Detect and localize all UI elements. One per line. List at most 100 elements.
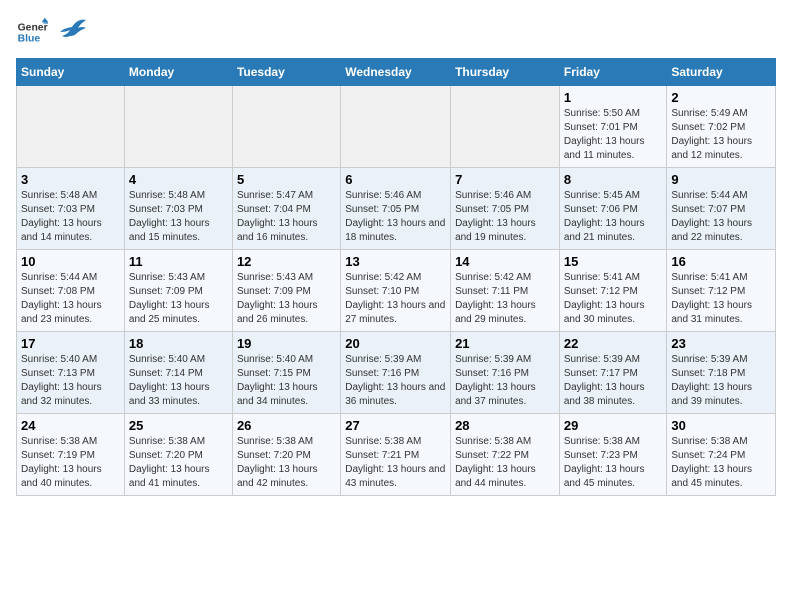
column-header-tuesday: Tuesday (232, 59, 340, 86)
calendar-week-row: 24 Sunrise: 5:38 AM Sunset: 7:19 PM Dayli… (17, 414, 776, 496)
day-number: 4 (129, 172, 228, 187)
day-info: Sunrise: 5:45 AM Sunset: 7:06 PM Dayligh… (564, 189, 663, 245)
day-info: Sunrise: 5:39 AM Sunset: 7:16 PM Dayligh… (455, 353, 555, 409)
day-info: Sunrise: 5:42 AM Sunset: 7:11 PM Dayligh… (455, 271, 555, 327)
day-number: 10 (21, 254, 120, 269)
calendar-cell: 25 Sunrise: 5:38 AM Sunset: 7:20 PM Dayli… (124, 414, 232, 496)
column-header-sunday: Sunday (17, 59, 125, 86)
calendar-body: 1 Sunrise: 5:50 AM Sunset: 7:01 PM Daylig… (17, 86, 776, 496)
day-number: 24 (21, 418, 120, 433)
day-info: Sunrise: 5:47 AM Sunset: 7:04 PM Dayligh… (237, 189, 336, 245)
day-number: 16 (671, 254, 771, 269)
column-header-monday: Monday (124, 59, 232, 86)
day-info: Sunrise: 5:50 AM Sunset: 7:01 PM Dayligh… (564, 107, 663, 163)
calendar-cell: 14 Sunrise: 5:42 AM Sunset: 7:11 PM Dayli… (451, 250, 560, 332)
column-header-wednesday: Wednesday (341, 59, 451, 86)
calendar-cell (17, 86, 125, 168)
calendar-cell: 3 Sunrise: 5:48 AM Sunset: 7:03 PM Daylig… (17, 168, 125, 250)
day-number: 23 (671, 336, 771, 351)
calendar-cell: 5 Sunrise: 5:47 AM Sunset: 7:04 PM Daylig… (232, 168, 340, 250)
day-info: Sunrise: 5:42 AM Sunset: 7:10 PM Dayligh… (345, 271, 446, 327)
calendar-cell (124, 86, 232, 168)
column-header-thursday: Thursday (451, 59, 560, 86)
logo-icon: General Blue (16, 16, 48, 48)
calendar-table: SundayMondayTuesdayWednesdayThursdayFrid… (16, 58, 776, 496)
calendar-cell: 20 Sunrise: 5:39 AM Sunset: 7:16 PM Dayli… (341, 332, 451, 414)
calendar-cell: 16 Sunrise: 5:41 AM Sunset: 7:12 PM Dayli… (667, 250, 776, 332)
day-number: 7 (455, 172, 555, 187)
day-number: 30 (671, 418, 771, 433)
day-info: Sunrise: 5:38 AM Sunset: 7:19 PM Dayligh… (21, 435, 120, 491)
day-info: Sunrise: 5:49 AM Sunset: 7:02 PM Dayligh… (671, 107, 771, 163)
calendar-cell: 7 Sunrise: 5:46 AM Sunset: 7:05 PM Daylig… (451, 168, 560, 250)
day-info: Sunrise: 5:41 AM Sunset: 7:12 PM Dayligh… (564, 271, 663, 327)
day-number: 9 (671, 172, 771, 187)
calendar-cell: 2 Sunrise: 5:49 AM Sunset: 7:02 PM Daylig… (667, 86, 776, 168)
day-info: Sunrise: 5:43 AM Sunset: 7:09 PM Dayligh… (237, 271, 336, 327)
day-number: 5 (237, 172, 336, 187)
column-header-saturday: Saturday (667, 59, 776, 86)
day-number: 27 (345, 418, 446, 433)
day-info: Sunrise: 5:46 AM Sunset: 7:05 PM Dayligh… (455, 189, 555, 245)
day-info: Sunrise: 5:44 AM Sunset: 7:07 PM Dayligh… (671, 189, 771, 245)
calendar-cell: 13Sunrise: 5:42 AM Sunset: 7:10 PM Dayli… (341, 250, 451, 332)
logo-bird-icon (58, 16, 86, 38)
calendar-cell: 29 Sunrise: 5:38 AM Sunset: 7:23 PM Dayli… (559, 414, 667, 496)
calendar-cell: 24 Sunrise: 5:38 AM Sunset: 7:19 PM Dayli… (17, 414, 125, 496)
day-info: Sunrise: 5:44 AM Sunset: 7:08 PM Dayligh… (21, 271, 120, 327)
day-number: 6 (345, 172, 446, 187)
calendar-cell: 9 Sunrise: 5:44 AM Sunset: 7:07 PM Daylig… (667, 168, 776, 250)
calendar-cell: 22Sunrise: 5:39 AM Sunset: 7:17 PM Dayli… (559, 332, 667, 414)
day-number: 17 (21, 336, 120, 351)
day-number: 20 (345, 336, 446, 351)
day-number: 2 (671, 90, 771, 105)
svg-text:General: General (18, 22, 48, 33)
logo: General Blue (16, 16, 86, 48)
day-info: Sunrise: 5:38 AM Sunset: 7:24 PM Dayligh… (671, 435, 771, 491)
day-number: 1 (564, 90, 663, 105)
day-number: 15 (564, 254, 663, 269)
column-header-friday: Friday (559, 59, 667, 86)
day-info: Sunrise: 5:38 AM Sunset: 7:22 PM Dayligh… (455, 435, 555, 491)
calendar-cell: 8 Sunrise: 5:45 AM Sunset: 7:06 PM Daylig… (559, 168, 667, 250)
day-number: 19 (237, 336, 336, 351)
svg-text:Blue: Blue (18, 34, 41, 45)
day-number: 3 (21, 172, 120, 187)
day-number: 11 (129, 254, 228, 269)
calendar-cell: 11Sunrise: 5:43 AM Sunset: 7:09 PM Dayli… (124, 250, 232, 332)
calendar-cell: 23 Sunrise: 5:39 AM Sunset: 7:18 PM Dayli… (667, 332, 776, 414)
calendar-cell (341, 86, 451, 168)
day-info: Sunrise: 5:40 AM Sunset: 7:14 PM Dayligh… (129, 353, 228, 409)
day-number: 18 (129, 336, 228, 351)
day-number: 29 (564, 418, 663, 433)
day-number: 26 (237, 418, 336, 433)
day-info: Sunrise: 5:39 AM Sunset: 7:18 PM Dayligh… (671, 353, 771, 409)
day-info: Sunrise: 5:38 AM Sunset: 7:23 PM Dayligh… (564, 435, 663, 491)
day-info: Sunrise: 5:38 AM Sunset: 7:21 PM Dayligh… (345, 435, 446, 491)
calendar-cell: 28 Sunrise: 5:38 AM Sunset: 7:22 PM Dayli… (451, 414, 560, 496)
day-number: 28 (455, 418, 555, 433)
calendar-week-row: 17 Sunrise: 5:40 AM Sunset: 7:13 PM Dayli… (17, 332, 776, 414)
day-info: Sunrise: 5:38 AM Sunset: 7:20 PM Dayligh… (237, 435, 336, 491)
page-header: General Blue (16, 16, 776, 48)
calendar-cell (451, 86, 560, 168)
calendar-cell: 19Sunrise: 5:40 AM Sunset: 7:15 PM Dayli… (232, 332, 340, 414)
day-info: Sunrise: 5:40 AM Sunset: 7:13 PM Dayligh… (21, 353, 120, 409)
day-number: 14 (455, 254, 555, 269)
day-info: Sunrise: 5:48 AM Sunset: 7:03 PM Dayligh… (21, 189, 120, 245)
day-number: 12 (237, 254, 336, 269)
calendar-cell: 30 Sunrise: 5:38 AM Sunset: 7:24 PM Dayli… (667, 414, 776, 496)
calendar-week-row: 1 Sunrise: 5:50 AM Sunset: 7:01 PM Daylig… (17, 86, 776, 168)
calendar-cell: 18 Sunrise: 5:40 AM Sunset: 7:14 PM Dayli… (124, 332, 232, 414)
day-number: 25 (129, 418, 228, 433)
day-info: Sunrise: 5:48 AM Sunset: 7:03 PM Dayligh… (129, 189, 228, 245)
day-number: 22 (564, 336, 663, 351)
day-info: Sunrise: 5:38 AM Sunset: 7:20 PM Dayligh… (129, 435, 228, 491)
day-number: 21 (455, 336, 555, 351)
calendar-cell: 17 Sunrise: 5:40 AM Sunset: 7:13 PM Dayli… (17, 332, 125, 414)
day-info: Sunrise: 5:39 AM Sunset: 7:16 PM Dayligh… (345, 353, 446, 409)
calendar-cell: 6Sunrise: 5:46 AM Sunset: 7:05 PM Daylig… (341, 168, 451, 250)
calendar-header-row: SundayMondayTuesdayWednesdayThursdayFrid… (17, 59, 776, 86)
day-number: 8 (564, 172, 663, 187)
day-info: Sunrise: 5:41 AM Sunset: 7:12 PM Dayligh… (671, 271, 771, 327)
